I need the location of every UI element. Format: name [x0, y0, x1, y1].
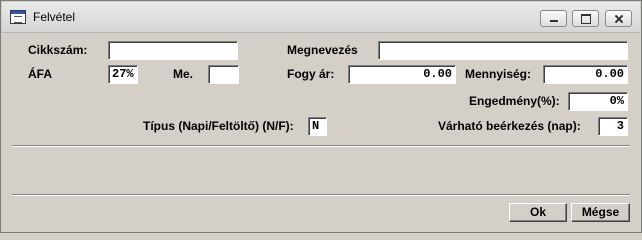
separator-bottom [12, 194, 630, 196]
minimize-icon[interactable] [540, 10, 567, 27]
megnevezes-input[interactable] [378, 41, 628, 60]
close-icon[interactable] [605, 10, 632, 27]
afa-label: ÁFA [28, 67, 52, 81]
tipus-input[interactable]: N [308, 117, 327, 136]
form-window-icon[interactable] [10, 10, 26, 24]
afa-input[interactable]: 27% [108, 65, 138, 84]
engedmeny-input[interactable]: 0% [568, 92, 628, 111]
mennyiseg-label: Mennyiség: [465, 67, 532, 81]
form-area: Cikkszám: Megnevezés ÁFA 27% Me. Fogy ár… [10, 33, 632, 229]
fogy-ar-input[interactable]: 0.00 [348, 65, 456, 84]
separator-top [12, 145, 630, 147]
varhato-beerkezes-input[interactable]: 3 [598, 117, 628, 136]
me-input[interactable] [208, 65, 239, 84]
me-label: Me. [173, 67, 194, 81]
cikkszam-label: Cikkszám: [28, 43, 88, 57]
maximize-icon[interactable] [572, 10, 599, 27]
title-bar[interactable]: Felvétel [2, 2, 640, 33]
engedmeny-label: Engedmény(%): [469, 94, 560, 108]
mennyiseg-input[interactable]: 0.00 [543, 65, 628, 84]
felvetel-window: Felvétel Cikkszám: Megnevezés ÁFA 27% Me… [0, 0, 642, 233]
tipus-label: Típus (Napi/Feltöltő) (N/F): [143, 119, 294, 133]
cancel-button[interactable]: Mégse [571, 203, 630, 222]
megnevezes-label: Megnevezés [287, 43, 358, 57]
cikkszam-input[interactable] [108, 41, 238, 60]
fogy-ar-label: Fogy ár: [287, 67, 335, 81]
ok-button[interactable]: Ok [509, 203, 567, 222]
window-title: Felvétel [33, 10, 76, 24]
varhato-beerkezes-label: Várható beérkezés (nap): [438, 119, 581, 133]
